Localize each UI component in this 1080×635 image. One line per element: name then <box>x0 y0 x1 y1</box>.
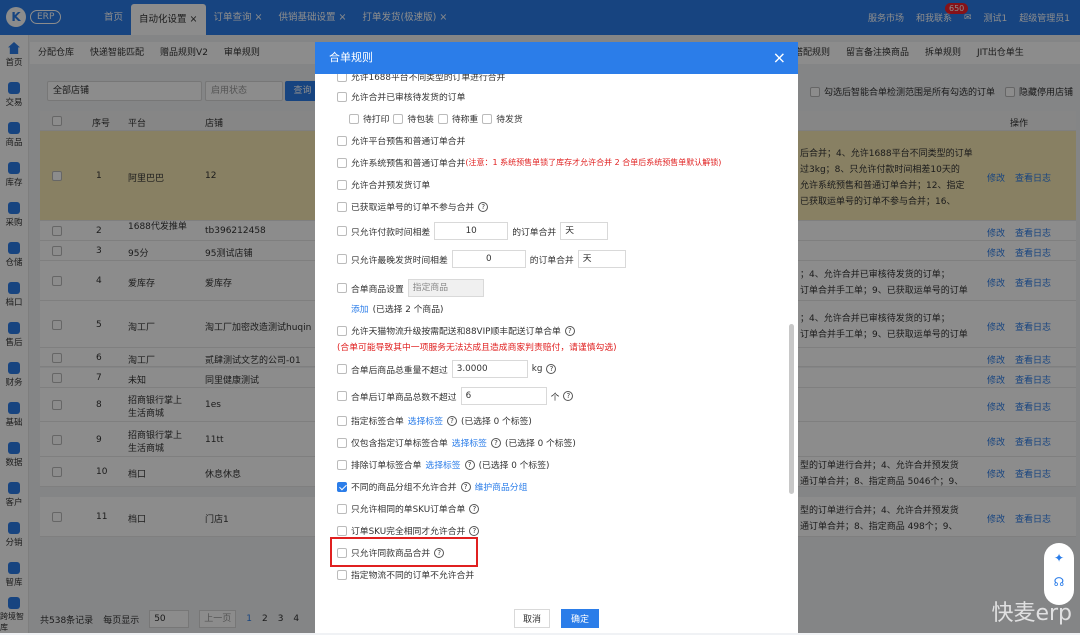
help-icon[interactable]: ? <box>478 201 489 212</box>
headset-icon[interactable]: ☊ <box>1044 575 1074 589</box>
add-goods-link[interactable]: 添加 <box>351 302 369 315</box>
help-icon[interactable]: ? <box>490 437 501 448</box>
dialog-title: 合单规则 <box>329 51 373 64</box>
opt-pay-time[interactable]: 只允许付款时间相差 10 的订单合并 天 <box>337 222 609 240</box>
presale-note: (注意：1 系统预售单锁了库存才允许合并 2 合单后系统预售单默认解锁) <box>465 158 722 167</box>
checkbox[interactable] <box>337 201 347 212</box>
ship-days-input[interactable]: 0 <box>451 250 526 268</box>
dialog-footer: 取消 确定 <box>315 603 798 633</box>
cancel-button[interactable]: 取消 <box>514 609 551 628</box>
count-input[interactable]: 6 <box>460 387 547 405</box>
help-icon[interactable]: ? <box>546 364 557 374</box>
ship-unit-select[interactable]: 天 <box>577 250 626 268</box>
pay-unit-select[interactable]: 天 <box>560 222 609 240</box>
checkbox[interactable] <box>337 325 347 336</box>
checkbox[interactable] <box>337 525 347 536</box>
checkbox[interactable] <box>337 135 347 146</box>
checkbox[interactable] <box>393 113 404 124</box>
checkbox[interactable] <box>337 391 347 401</box>
close-icon[interactable]: × <box>773 42 786 74</box>
opt-tag-exclude[interactable]: 排除订单标签合单 选择标签? (已选择 0 个标签) <box>337 458 549 471</box>
opt-preship[interactable]: 允许合并预发货订单 <box>337 178 430 191</box>
opt-tag-specified[interactable]: 指定标签合单 选择标签? (已选择 0 个标签) <box>337 414 532 427</box>
checkbox[interactable] <box>337 437 347 448</box>
help-icon[interactable]: ? <box>563 391 574 401</box>
opt-logistics[interactable]: 指定物流不同的订单不允许合并 <box>337 568 474 581</box>
checkbox[interactable] <box>337 459 347 470</box>
help-icon[interactable]: ? <box>469 525 480 536</box>
help-icon[interactable]: ? <box>464 459 475 470</box>
dialog-scrollbar[interactable] <box>789 324 794 494</box>
checkbox[interactable] <box>482 113 493 124</box>
select-tag-link[interactable]: 选择标签 <box>425 458 460 471</box>
checkbox[interactable] <box>337 157 347 168</box>
checkbox[interactable] <box>337 91 347 102</box>
checkbox[interactable] <box>337 364 347 374</box>
opt-count[interactable]: 合单后订单商品总数不超过 6 个? <box>337 387 574 405</box>
opt-platform-presale[interactable]: 允许平台预售和普通订单合并 <box>337 134 465 147</box>
checkbox[interactable] <box>337 74 347 82</box>
audit-suboptions: 待打印 待包装 待称重 待发货 <box>349 112 523 125</box>
checkbox[interactable] <box>337 226 347 236</box>
highlight-box <box>330 537 478 567</box>
select-tag-link[interactable]: 选择标签 <box>452 436 487 449</box>
help-icon[interactable]: ? <box>469 503 480 514</box>
select-tag-link[interactable]: 选择标签 <box>408 414 443 427</box>
opt-1688[interactable]: 允许1688平台不同类型的订单进行合并 <box>337 74 505 83</box>
opt-group[interactable]: 不同的商品分组不允许合并? 维护商品分组 <box>337 480 527 493</box>
weight-input[interactable]: 3.0000 <box>451 360 528 378</box>
opt-system-presale[interactable]: 允许系统预售和普通订单合并 (注意：1 系统预售单锁了库存才允许合并 2 合单后系… <box>337 156 721 169</box>
add-goods-row: 添加 (已选择 2 个商品) <box>351 302 443 315</box>
checkbox[interactable] <box>349 113 359 124</box>
watermark: 快麦erp <box>991 601 1072 626</box>
checkbox[interactable] <box>437 113 448 124</box>
checkbox[interactable] <box>337 254 347 264</box>
opt-tmall[interactable]: 允许天猫物流升级按需配送和88VIP顺丰配送订单合单? <box>337 324 575 337</box>
tmall-note-row: (合单可能导致其中一项服务无法达成且造成商家判责赔付，请谨慎勾选) <box>337 343 617 353</box>
checkbox[interactable] <box>337 503 347 514</box>
opt-goods-setting[interactable]: 合单商品设置 指定商品 <box>337 279 484 297</box>
dialog-body: 允许1688平台不同类型的订单进行合并 允许合并已审核待发货的订单 待打印 待包… <box>315 74 798 614</box>
help-icon[interactable]: ? <box>447 415 457 426</box>
opt-weight[interactable]: 合单后商品总重量不超过 3.0000 kg? <box>337 360 557 378</box>
checkbox[interactable] <box>337 283 347 293</box>
confirm-button[interactable]: 确定 <box>560 609 599 628</box>
checkbox[interactable] <box>337 415 347 426</box>
opt-sku-identical[interactable]: 订单SKU完全相同才允许合并? <box>337 524 480 537</box>
lightbulb-icon[interactable]: ✦ <box>1044 551 1074 565</box>
opt-audit[interactable]: 允许合并已审核待发货的订单 <box>337 90 465 103</box>
opt-ship-time[interactable]: 只允许最晚发货时间相差 0 的订单合并 天 <box>337 250 626 268</box>
opt-waybill[interactable]: 已获取运单号的订单不参与合并? <box>337 200 489 213</box>
checkbox[interactable] <box>337 179 347 190</box>
help-icon[interactable]: ? <box>460 481 471 492</box>
checkbox[interactable] <box>337 569 347 580</box>
dialog-header: 合单规则 × <box>315 42 798 74</box>
opt-single-sku[interactable]: 只允许相同的单SKU订单合单? <box>337 502 480 515</box>
checkbox-checked[interactable] <box>337 481 347 492</box>
goods-select[interactable]: 指定商品 <box>407 279 484 297</box>
opt-tag-include[interactable]: 仅包含指定订单标签合单 选择标签? (已选择 0 个标签) <box>337 436 576 449</box>
maintain-group-link[interactable]: 维护商品分组 <box>475 480 528 493</box>
pay-days-input[interactable]: 10 <box>434 222 509 240</box>
help-icon[interactable]: ? <box>564 325 575 336</box>
